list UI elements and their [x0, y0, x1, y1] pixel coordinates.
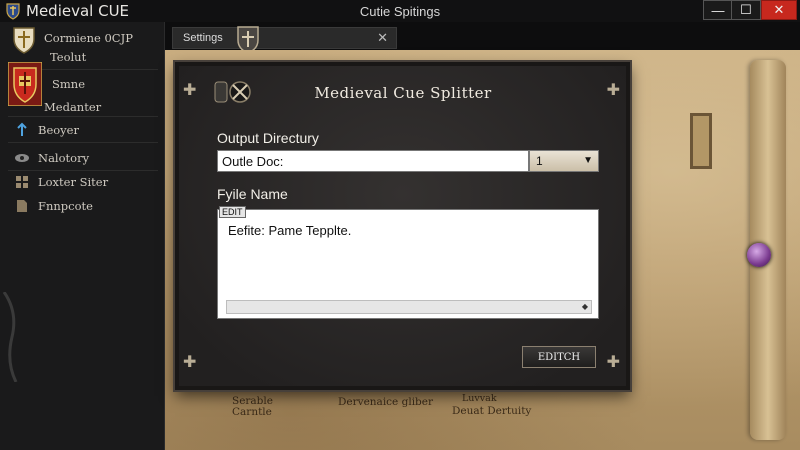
corner-ornament-icon: ✚	[183, 354, 197, 371]
sidebar-item-label: Teolut	[50, 50, 87, 64]
sidebar-divider	[8, 116, 158, 117]
eye-icon	[15, 154, 29, 162]
app-title: Medieval CUE	[26, 2, 130, 20]
tab-settings[interactable]: Settings ✕	[172, 26, 397, 54]
sidebar-item-loxter-siter[interactable]: Loxter Siter	[0, 172, 165, 192]
close-icon: ✕	[773, 2, 785, 17]
output-directory-input[interactable]: Outle Doc:	[217, 150, 529, 172]
sidebar-item-nalotory[interactable]: Nalotory	[0, 148, 165, 168]
sidebar-item-medanter[interactable]: Medanter	[0, 98, 165, 116]
sidebar-item-label: Fnnpcote	[38, 199, 93, 213]
grid-icon	[16, 176, 28, 188]
document-icon	[17, 200, 27, 212]
sidebar-item-label: Beoyer	[38, 123, 79, 137]
app-shield-icon	[6, 3, 20, 20]
scroll-arrow-icon[interactable]: ◆	[582, 302, 588, 311]
sidebar-item-fnnpcote[interactable]: Fnnpcote	[0, 196, 165, 216]
output-directory-dropdown[interactable]: 1 ▼	[529, 150, 599, 172]
dropdown-value: 1	[536, 154, 543, 168]
footer-label-center: Dervenaice gliber	[338, 396, 434, 408]
sidebar-divider	[8, 170, 158, 171]
footer-label-left: Serable Carntle	[232, 395, 273, 418]
sidebar-item-label: Smne	[52, 77, 85, 91]
sidebar-item-beoyer[interactable]: Beoyer	[0, 120, 165, 140]
maximize-button[interactable]: ☐	[731, 0, 761, 20]
file-name-label: Fyile Name	[217, 186, 288, 202]
corner-ornament-icon: ✚	[606, 354, 620, 371]
output-directory-label: Output Directury	[217, 130, 319, 146]
chevron-down-icon: ▼	[583, 155, 593, 166]
sidebar-item-smne[interactable]: Smne	[0, 74, 165, 94]
pin-icon	[17, 122, 27, 136]
cue-splitter-dialog: ✚ ✚ ✚ ✚ Medieval Cue Splitter Output Dir…	[175, 62, 630, 390]
sidebar: Cormiene 0CJP Teolut Smne Medanter Beoye…	[0, 22, 165, 450]
edit-button[interactable]: EDITCH	[522, 346, 596, 368]
dialog-title: Medieval Cue Splitter	[314, 84, 492, 102]
sidebar-item-cormiene[interactable]: Cormiene 0CJP	[0, 28, 165, 48]
minimize-button[interactable]: —	[703, 0, 733, 20]
footer-label-right-bottom: Deuat Dertuity	[452, 405, 532, 417]
close-window-button[interactable]: ✕	[761, 0, 797, 20]
sidebar-item-label: Medanter	[44, 100, 102, 114]
sidebar-divider	[8, 142, 158, 143]
orb-icon[interactable]	[747, 243, 771, 267]
maximize-icon: ☐	[740, 2, 752, 17]
file-name-textarea[interactable]: EDIT Eefite: Pame Tepplte. ◆	[217, 206, 599, 319]
sidebar-item-label: Nalotory	[38, 151, 90, 165]
edit-tag[interactable]: EDIT	[219, 206, 246, 218]
tab-label: Settings	[183, 32, 223, 44]
sidebar-item-label: Cormiene 0CJP	[44, 31, 133, 45]
title-bar: Medieval CUE Cutie Spitings — ☐ ✕	[0, 0, 800, 22]
sidebar-item-label: Loxter Siter	[38, 175, 109, 189]
minimize-icon: —	[711, 2, 725, 18]
file-name-text: Eefite: Pame Tepplte.	[228, 223, 352, 238]
cable-decoration	[2, 292, 18, 382]
horizontal-scrollbar[interactable]: ◆	[226, 300, 592, 314]
footer-label-right-top: Luvvak	[462, 393, 497, 404]
plaque-decoration	[690, 113, 712, 169]
tab-close-button[interactable]: ✕	[377, 30, 388, 46]
